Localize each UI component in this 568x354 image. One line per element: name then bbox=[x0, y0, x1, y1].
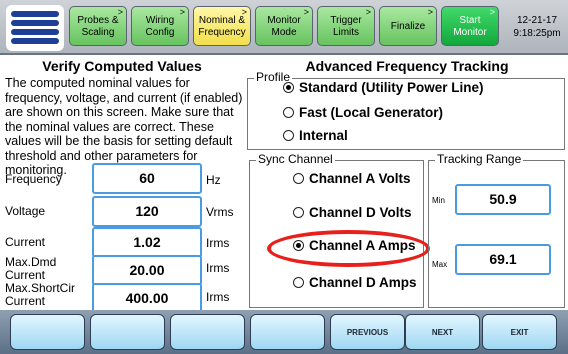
date-text: 12-21-17 bbox=[516, 15, 558, 26]
current-label: Current bbox=[5, 235, 46, 249]
sync-channel-d-volts-radio[interactable]: Channel D Volts bbox=[293, 205, 412, 220]
function-key-4[interactable] bbox=[250, 314, 325, 350]
sync-channel-d-amps-radio[interactable]: Channel D Amps bbox=[293, 275, 417, 290]
tab-wiring-config[interactable]: > Wiring Config bbox=[131, 6, 189, 46]
tab-nominal-frequency[interactable]: > Nominal & Frequency bbox=[193, 6, 251, 46]
frequency-label: Frequency bbox=[5, 172, 62, 186]
max-demand-current-label: Max.Dmd Current bbox=[5, 255, 57, 282]
tab-start-monitor[interactable]: > Start Monitor bbox=[441, 6, 499, 46]
exit-button[interactable]: EXIT bbox=[482, 314, 557, 350]
profile-internal-radio[interactable]: Internal bbox=[283, 128, 348, 143]
function-key-1[interactable] bbox=[10, 314, 85, 350]
voltage-label: Voltage bbox=[5, 204, 46, 218]
max-short-circuit-current-label: Max.ShortCir Current bbox=[5, 281, 76, 308]
max-short-circuit-current-unit: Irms bbox=[206, 290, 230, 304]
top-navigation-bar: > Probes & Scaling > Wiring Config > Nom… bbox=[0, 0, 568, 55]
red-highlight-ellipse bbox=[267, 230, 430, 267]
tracking-range-group-label: Tracking Range bbox=[435, 152, 524, 166]
date-time-display: 12-21-17 9:18:25pm bbox=[508, 14, 566, 40]
radio-unselected-icon bbox=[293, 173, 304, 184]
logo-icon bbox=[6, 5, 64, 51]
tab-monitor-mode[interactable]: > Monitor Mode bbox=[255, 6, 313, 46]
chevron-right-icon: > bbox=[179, 7, 185, 17]
previous-button[interactable]: PREVIOUS bbox=[330, 314, 405, 350]
tab-probes-scaling[interactable]: > Probes & Scaling bbox=[69, 6, 127, 46]
sync-channel-a-volts-radio[interactable]: Channel A Volts bbox=[293, 171, 411, 186]
profile-standard-radio[interactable]: Standard (Utility Power Line) bbox=[283, 80, 484, 95]
voltage-unit: Vrms bbox=[206, 205, 234, 219]
radio-unselected-icon bbox=[283, 130, 294, 141]
chevron-right-icon: > bbox=[489, 7, 495, 17]
radio-unselected-icon bbox=[283, 107, 294, 118]
verify-values-title: Verify Computed Values bbox=[42, 58, 202, 74]
voltage-value-field[interactable]: 120 bbox=[92, 196, 202, 227]
chevron-right-icon: > bbox=[241, 7, 247, 17]
max-label: Max bbox=[432, 260, 448, 269]
current-value-field[interactable]: 1.02 bbox=[92, 227, 202, 258]
radio-selected-icon bbox=[283, 82, 294, 93]
tracking-min-field[interactable]: 50.9 bbox=[455, 184, 551, 215]
frequency-tracking-title: Advanced Frequency Tracking bbox=[305, 58, 509, 74]
radio-unselected-icon bbox=[293, 207, 304, 218]
chevron-right-icon: > bbox=[427, 7, 433, 17]
frequency-value-field[interactable]: 60 bbox=[92, 163, 202, 194]
next-button[interactable]: NEXT bbox=[405, 314, 480, 350]
max-demand-current-value-field[interactable]: 20.00 bbox=[92, 255, 202, 286]
tracking-range-group bbox=[428, 160, 565, 308]
max-demand-current-unit: Irms bbox=[206, 261, 230, 275]
tracking-max-field[interactable]: 69.1 bbox=[455, 244, 551, 275]
radio-unselected-icon bbox=[293, 277, 304, 288]
function-key-2[interactable] bbox=[90, 314, 165, 350]
time-text: 9:18:25pm bbox=[513, 28, 561, 39]
tab-trigger-limits[interactable]: > Trigger Limits bbox=[317, 6, 375, 46]
tab-finalize[interactable]: > Finalize bbox=[379, 6, 437, 46]
chevron-right-icon: > bbox=[365, 7, 371, 17]
sync-channel-group-label: Sync Channel bbox=[256, 152, 335, 166]
current-unit: Irms bbox=[206, 236, 230, 250]
frequency-unit: Hz bbox=[206, 173, 221, 187]
function-key-3[interactable] bbox=[170, 314, 245, 350]
bottom-function-bar: PREVIOUS NEXT EXIT bbox=[0, 310, 568, 354]
chevron-right-icon: > bbox=[303, 7, 309, 17]
chevron-right-icon: > bbox=[117, 7, 123, 17]
min-label: Min bbox=[432, 196, 445, 205]
profile-fast-radio[interactable]: Fast (Local Generator) bbox=[283, 105, 443, 120]
